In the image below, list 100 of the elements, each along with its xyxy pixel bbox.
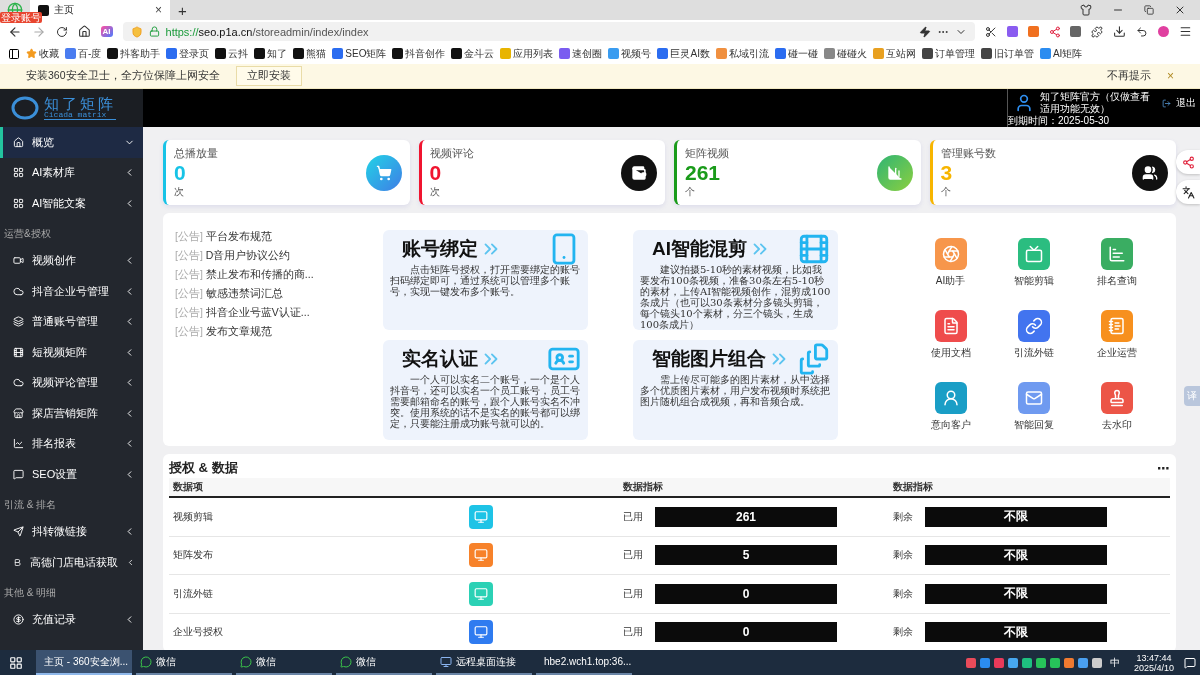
notice-link[interactable]: [公告] D音用户协议公约 (175, 249, 383, 263)
notice-link[interactable]: [公告] 抖音企业号蓝V认证... (175, 306, 383, 320)
app-shortcut[interactable]: 智能剪辑 (992, 238, 1075, 310)
notice-link[interactable]: [公告] 平台发布规范 (175, 230, 383, 244)
metric-label: 剩余 (893, 625, 913, 640)
tray-icon[interactable] (979, 657, 990, 668)
tray-icon[interactable] (1091, 657, 1102, 668)
sidebar-item[interactable]: 高德门店电话获取 (0, 547, 143, 578)
app-shortcut[interactable]: 去水印 (1075, 382, 1158, 454)
bookmark[interactable]: 抖客助手 (107, 46, 161, 61)
taskbar-item[interactable]: hbe2.wch1.top:36... (536, 650, 632, 675)
install-button[interactable]: 立即安装 (235, 66, 302, 86)
tray-icon[interactable] (965, 657, 976, 668)
app-shortcut[interactable]: 使用文档 (909, 310, 992, 382)
sidebar-item[interactable]: 普通账号管理 (0, 306, 143, 337)
bookmark[interactable]: 熊猫 (293, 46, 327, 61)
profile-icon[interactable] (1158, 26, 1170, 37)
sidebar-item[interactable]: 视频创作 (0, 245, 143, 276)
home-icon[interactable] (77, 25, 91, 38)
app-shortcut[interactable]: 企业运营 (1075, 310, 1158, 382)
bookmark[interactable]: 巨灵AI数 (657, 46, 710, 61)
sidebar-item[interactable]: 抖音企业号管理 (0, 276, 143, 307)
sidebar-item[interactable]: 短视频矩阵 (0, 337, 143, 368)
bookmark-icon (166, 48, 178, 59)
bookmark[interactable]: 收藏 (26, 46, 59, 61)
sidebar-item[interactable]: 充值记录 (0, 604, 143, 635)
network-float-button[interactable] (1176, 150, 1200, 174)
bookmark-icon (823, 48, 835, 59)
notification-icon[interactable] (1184, 656, 1196, 669)
lightning-icon[interactable] (918, 25, 931, 38)
download-icon[interactable] (1113, 25, 1127, 38)
notice-link[interactable]: [公告] 发布文章规范 (175, 325, 383, 339)
extension-icon[interactable] (1006, 26, 1018, 37)
taskbar-item[interactable]: 远程桌面连接 (436, 650, 532, 675)
sidebar-item[interactable]: AI素材库 (0, 157, 143, 188)
more-button[interactable]: ⋯ (1157, 460, 1170, 476)
new-tab-button[interactable]: + (170, 0, 195, 20)
bookmark[interactable]: AI矩阵 (1039, 46, 1083, 61)
bookmark[interactable]: 旧订单管 (980, 46, 1034, 61)
bookmark[interactable]: 视频号 (608, 46, 652, 61)
bookmark[interactable]: SEO矩阵 (332, 46, 387, 61)
sidebar-item[interactable]: 抖转微链接 (0, 516, 143, 547)
tray-icon[interactable] (1063, 657, 1074, 668)
sidebar-item[interactable]: 探店营销矩阵 (0, 398, 143, 429)
bookmark[interactable]: 知了 (254, 46, 288, 61)
taskbar-item[interactable]: 微信 (336, 650, 432, 675)
reload-icon[interactable] (55, 25, 68, 38)
puzzle-icon[interactable] (1091, 25, 1104, 38)
sidebar-item[interactable]: 排名报表 (0, 428, 143, 459)
bookmark[interactable]: 应用列表 (500, 46, 554, 61)
tray-icon[interactable] (1035, 657, 1046, 668)
sidebar-item[interactable]: AI智能文案 (0, 188, 143, 219)
app-shortcut[interactable]: 意向客户 (909, 382, 992, 454)
bookmark[interactable]: 碰碰火 (823, 46, 867, 61)
tray-icon[interactable] (1021, 657, 1032, 668)
network-icon[interactable] (1048, 25, 1061, 38)
skin-icon[interactable] (1080, 4, 1092, 16)
app-shortcut[interactable]: 引流外链 (992, 310, 1075, 382)
start-icon[interactable] (9, 655, 23, 670)
sidebar-item[interactable]: 视频评论管理 (0, 367, 143, 398)
taskbar-item[interactable]: 主页 - 360安全浏... (36, 650, 132, 675)
logout-link[interactable]: 退出 (1152, 96, 1196, 110)
bookmark[interactable]: 速创圈 (559, 46, 603, 61)
ai-button[interactable]: AI (100, 26, 113, 37)
menu-icon[interactable] (1179, 25, 1192, 38)
bookmark[interactable]: 金斗云 (451, 46, 495, 61)
sidebar-toggle-icon[interactable] (8, 47, 20, 60)
notice-link[interactable]: [公告] 敏感违禁词汇总 (175, 287, 383, 301)
translate-float-button[interactable] (1176, 180, 1200, 204)
scissors-icon[interactable] (984, 25, 997, 38)
app-shortcut[interactable]: AI助手 (909, 238, 992, 310)
bookmark[interactable]: 百-度 (65, 46, 102, 61)
notice-link[interactable]: [公告] 禁止发布和传播的商... (175, 268, 383, 282)
bookmark[interactable]: 碰一碰 (774, 46, 818, 61)
extension-icon[interactable] (1027, 26, 1039, 37)
bookmark[interactable]: 抖音创作 (392, 46, 446, 61)
bookmark[interactable]: 云抖 (215, 46, 249, 61)
bookmark[interactable]: 登录页 (166, 46, 210, 61)
close-icon[interactable] (1174, 4, 1186, 16)
tray-icon[interactable] (1049, 657, 1060, 668)
tab-close-button[interactable]: × (155, 3, 162, 17)
sidebar-item[interactable]: 概览 (0, 127, 143, 158)
tray-icon[interactable] (1077, 657, 1088, 668)
sidebar-item[interactable]: SEO设置 (0, 459, 143, 490)
metric-label: 剩余 (893, 509, 913, 524)
monitor-icon (440, 655, 452, 668)
bookmark[interactable]: 互站网 (872, 46, 916, 61)
dismiss-link[interactable]: 不再提示 (1107, 69, 1151, 83)
bookmark[interactable]: 订单管理 (921, 46, 975, 61)
undo-icon[interactable] (1136, 25, 1149, 38)
app-shortcut[interactable]: 排名查询 (1075, 238, 1158, 310)
back-icon[interactable] (8, 24, 22, 39)
app-shortcut[interactable]: 智能回复 (992, 382, 1075, 454)
chat-icon (140, 655, 152, 668)
bookmark[interactable]: 私域引流 (715, 46, 769, 61)
address-field[interactable]: https://seo.p1a.cn/storeadmin/index/index (122, 22, 975, 41)
tray-icon[interactable] (1007, 657, 1018, 668)
taskbar-item[interactable]: 微信 (136, 650, 232, 675)
restore-icon[interactable] (1144, 5, 1154, 15)
taskbar-item[interactable]: 微信 (236, 650, 332, 675)
